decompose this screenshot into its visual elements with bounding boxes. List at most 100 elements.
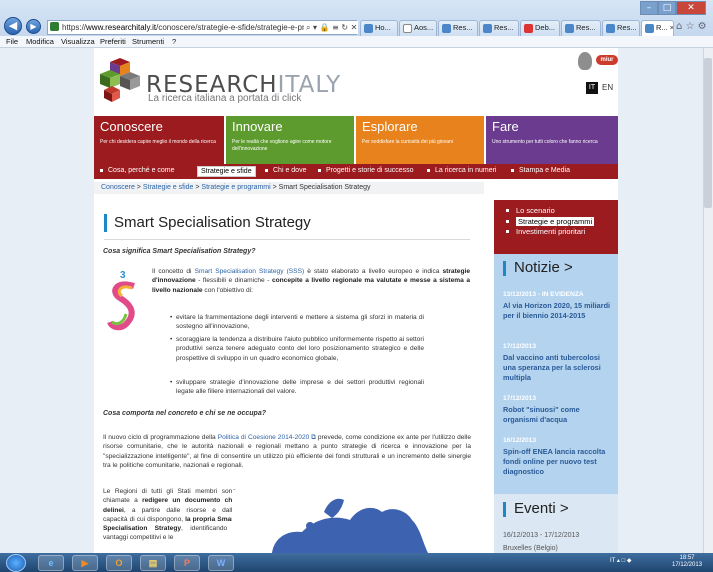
news-title-link[interactable]: Dal vaccino anti tubercolosi una speranz… <box>503 353 613 383</box>
site-tagline: La ricerca italiana a portata di click <box>148 93 302 104</box>
breadcrumb-link[interactable]: Conoscere <box>101 184 135 191</box>
media-player-taskbar-icon[interactable]: ▶ <box>72 555 98 571</box>
nav-buttons: ◀ ▶ <box>4 17 50 35</box>
browser-toolbar-icons[interactable]: ⌂ ☆ ⚙ <box>676 21 707 32</box>
researchitaly-logo-icon[interactable] <box>96 58 142 104</box>
question-heading: Cosa comporta nel concreto e chi se ne o… <box>103 410 266 417</box>
news-title-link[interactable]: Robot "sinuosi" come organismi d'acqua <box>503 405 613 425</box>
start-button-icon[interactable] <box>6 554 26 572</box>
nav-item[interactable]: Cosa, perché e come <box>100 167 175 174</box>
section-fare[interactable]: Fare Uno strumento per tutti coloro che … <box>486 116 618 164</box>
menu-modifica[interactable]: Modifica <box>26 37 54 46</box>
tab-favicon-icon <box>606 24 615 33</box>
browser-tab[interactable]: Res... <box>479 20 519 36</box>
breadcrumb-current: Smart Specialisation Strategy <box>278 184 371 191</box>
s3-logo-icon: 3 <box>107 270 135 331</box>
minimize-icon[interactable]: – <box>640 1 658 15</box>
browser-tab[interactable]: Deb... <box>520 20 560 36</box>
back-icon[interactable]: ◀ <box>4 17 22 35</box>
submenu-item[interactable]: Lo scenario <box>506 206 606 217</box>
title-divider <box>104 239 470 240</box>
ie-taskbar-icon[interactable]: e <box>38 555 64 571</box>
section-submenu: Lo scenario Strategie e programmi Invest… <box>494 200 618 254</box>
nav-item[interactable]: Progetti e storie di successo <box>318 167 414 174</box>
question-heading: Cosa significa Smart Specialisation Stra… <box>103 248 256 255</box>
nav-item[interactable]: Chi e dove <box>265 167 306 174</box>
news-heading[interactable]: Notizie > <box>514 259 573 276</box>
body-paragraph: Le Regioni di tutti gli Stati membri son… <box>103 488 236 542</box>
maximize-icon[interactable]: □ <box>658 1 676 15</box>
system-tray[interactable]: IT ▴ □ ◆ <box>610 557 631 564</box>
list-item: • scoraggiare la tendenza a distribuire l… <box>170 336 424 362</box>
submenu-item[interactable]: Investimenti prioritari <box>506 227 606 238</box>
powerpoint-taskbar-icon[interactable]: P <box>174 555 200 571</box>
menu-help[interactable]: ? <box>172 37 176 46</box>
tab-favicon-icon <box>524 24 533 33</box>
menu-bar: File Modifica Visualizza Preferiti Strum… <box>0 36 713 48</box>
url-scheme: https:// <box>62 23 87 32</box>
word-taskbar-icon[interactable]: W <box>208 555 234 571</box>
scrollbar-thumb[interactable] <box>704 58 712 208</box>
nav-item[interactable]: Stampa e Media <box>511 167 570 174</box>
section-esplorare[interactable]: Esplorare Per soddisfare la curiosità de… <box>356 116 484 164</box>
breadcrumb: Conoscere > Strategie e sfide > Strategi… <box>94 182 484 194</box>
external-link-icon: ⧉ <box>309 434 316 441</box>
browser-tab-active[interactable]: R... × <box>641 20 674 36</box>
news-date: 13/12/2013 - IN EVIDENZA <box>503 291 584 298</box>
menu-file[interactable]: File <box>6 37 18 46</box>
news-date: 17/12/2013 <box>503 343 537 350</box>
close-window-icon[interactable]: ✕ <box>676 1 706 15</box>
tab-favicon-icon <box>565 24 574 33</box>
address-tools[interactable]: ⌕ ▾ 🔒 ≡ ↻ ✕ <box>304 21 358 34</box>
europe-map-icon <box>232 490 428 553</box>
window-controls: – □ ✕ <box>640 1 710 15</box>
page-title: Smart Specialisation Strategy <box>114 214 311 231</box>
site-icon <box>50 22 59 31</box>
miur-logo[interactable]: miur <box>596 55 618 65</box>
title-accent <box>104 214 107 232</box>
forward-icon[interactable]: ▶ <box>26 19 41 34</box>
nav-item[interactable]: La ricerca in numeri <box>427 167 496 174</box>
tab-favicon-icon <box>442 24 451 33</box>
taskbar-clock[interactable]: 18:57 17/12/2013 <box>672 555 702 569</box>
breadcrumb-link[interactable]: Strategie e sfide <box>143 184 194 191</box>
event-place: Bruxelles (Belgio) <box>503 545 558 552</box>
browser-tab[interactable]: Ho... <box>360 20 398 36</box>
intro-paragraph: Il concetto di Smart Specialisation Stra… <box>152 268 470 294</box>
event-date: 16/12/2013 - 17/12/2013 <box>503 532 580 539</box>
submenu-item-active[interactable]: Strategie e programmi <box>506 216 606 228</box>
italian-emblem-icon <box>578 52 592 70</box>
news-title-link[interactable]: Spin-off ENEA lancia raccolta fondi onli… <box>503 447 613 477</box>
news-title-link[interactable]: Al via Horizon 2020, 15 miliardi per il … <box>503 301 613 321</box>
nav-item-active[interactable]: Strategie e sfide <box>197 166 256 177</box>
menu-strumenti[interactable]: Strumenti <box>132 37 164 46</box>
list-item: • sviluppare strategie d'innovazione dell… <box>170 379 424 396</box>
close-tab-icon[interactable]: × <box>670 23 673 32</box>
list-item: • evitare la frammentazione degli interve… <box>170 314 424 331</box>
browser-tab[interactable]: Res... <box>438 20 478 36</box>
browser-tab[interactable]: Res... <box>602 20 640 36</box>
events-heading[interactable]: Eventi > <box>514 500 569 517</box>
tab-favicon-icon <box>645 24 654 33</box>
body-paragraph: Il nuovo ciclo di programmazione della P… <box>103 434 471 469</box>
news-accent <box>503 261 506 276</box>
lang-it-button[interactable]: IT <box>586 82 598 94</box>
explorer-taskbar-icon[interactable]: ▤ <box>140 555 166 571</box>
news-date: 17/12/2013 <box>503 395 537 402</box>
news-date: 16/12/2013 <box>503 437 537 444</box>
coesione-link[interactable]: Politica di Coesione 2014-2020 ⧉ <box>218 434 316 441</box>
section-conoscere[interactable]: Conoscere Per chi desidera capire meglio… <box>94 116 224 164</box>
sss-link[interactable]: Smart Specialisation Strategy (SSS) <box>195 268 305 275</box>
browser-tab[interactable]: Res... <box>561 20 601 36</box>
tab-favicon-icon <box>483 24 492 33</box>
outlook-taskbar-icon[interactable]: O <box>106 555 132 571</box>
svg-text:3: 3 <box>120 270 126 281</box>
browser-tab[interactable]: Aos... <box>399 20 437 36</box>
tab-favicon-icon <box>364 24 373 33</box>
lang-en-button[interactable]: EN <box>602 82 613 94</box>
url-domain: www.researchitaly.it <box>86 23 157 32</box>
breadcrumb-link[interactable]: Strategie e programmi <box>201 184 270 191</box>
menu-preferiti[interactable]: Preferiti <box>100 37 126 46</box>
menu-visualizza[interactable]: Visualizza <box>61 37 95 46</box>
section-innovare[interactable]: Innovare Per le realtà che vogliono agir… <box>226 116 354 164</box>
